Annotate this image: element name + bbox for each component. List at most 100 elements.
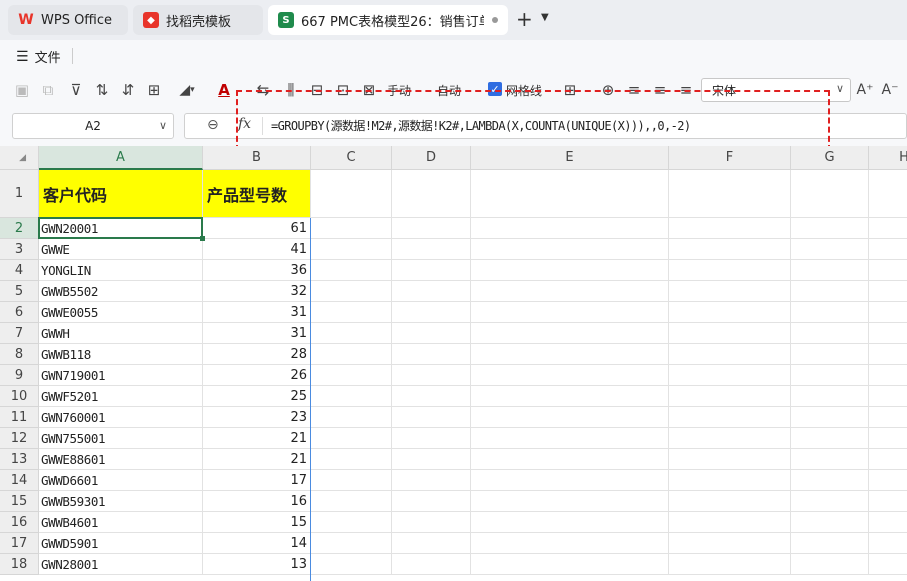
cell[interactable] <box>311 344 392 365</box>
customer-code-cell[interactable]: GWWH <box>39 323 203 344</box>
tab-docer-templates[interactable]: ◆ 找稻壳模板 <box>133 5 263 35</box>
cell[interactable] <box>311 386 392 407</box>
customer-code-cell[interactable]: GWWB118 <box>39 344 203 365</box>
gridlines-toggle-label[interactable]: 网格线 <box>506 82 542 99</box>
product-count-cell[interactable]: 14 <box>203 533 311 554</box>
product-count-cell[interactable]: 25 <box>203 386 311 407</box>
cell[interactable] <box>311 170 392 218</box>
cell[interactable] <box>471 470 669 491</box>
align-left-icon[interactable]: ≡ <box>624 80 644 100</box>
product-count-cell[interactable]: 28 <box>203 344 311 365</box>
row-header[interactable]: 17 <box>0 533 39 554</box>
unsaved-dot-icon[interactable] <box>492 17 498 23</box>
cell[interactable] <box>471 407 669 428</box>
paste-value-icon[interactable]: ▣ <box>12 80 32 100</box>
customer-code-cell[interactable]: GWWF5201 <box>39 386 203 407</box>
product-count-cell[interactable]: 31 <box>203 323 311 344</box>
row-header[interactable]: 2 <box>0 218 39 239</box>
cell[interactable] <box>392 554 471 575</box>
cell[interactable] <box>791 449 869 470</box>
product-count-cell[interactable]: 23 <box>203 407 311 428</box>
cell[interactable] <box>791 470 869 491</box>
font-color-icon[interactable]: A <box>214 80 234 100</box>
cell[interactable] <box>311 491 392 512</box>
product-count-cell[interactable]: 36 <box>203 260 311 281</box>
customer-code-cell[interactable]: GWWD5901 <box>39 533 203 554</box>
wrap-text-icon[interactable]: ⇆ <box>253 80 273 100</box>
sort-descending-icon[interactable]: ⇵ <box>118 80 138 100</box>
product-count-cell[interactable]: 15 <box>203 512 311 533</box>
cell[interactable] <box>311 449 392 470</box>
cell[interactable] <box>869 554 907 575</box>
cell[interactable] <box>791 428 869 449</box>
font-family-select[interactable]: 宋体 ∨ <box>701 78 851 102</box>
new-tab-plus-icon[interactable]: + <box>516 9 533 29</box>
cell[interactable] <box>392 470 471 491</box>
cell[interactable] <box>311 302 392 323</box>
row-header[interactable]: 13 <box>0 449 39 470</box>
cell[interactable] <box>791 260 869 281</box>
cell[interactable] <box>791 323 869 344</box>
cell[interactable] <box>869 533 907 554</box>
cell[interactable] <box>471 365 669 386</box>
customer-code-cell[interactable]: GWN755001 <box>39 428 203 449</box>
decrease-font-icon[interactable]: A⁻ <box>880 80 900 100</box>
header-cell-customer-code[interactable]: 客户代码 <box>39 170 203 218</box>
customer-code-cell[interactable]: GWWE0055 <box>39 302 203 323</box>
cell[interactable] <box>869 281 907 302</box>
product-count-cell[interactable]: 17 <box>203 470 311 491</box>
column-header-c[interactable]: C <box>311 146 392 170</box>
product-count-cell[interactable]: 41 <box>203 239 311 260</box>
cell[interactable] <box>869 386 907 407</box>
cell[interactable] <box>669 512 791 533</box>
cell[interactable] <box>669 428 791 449</box>
product-count-cell[interactable]: 31 <box>203 302 311 323</box>
row-header[interactable]: 18 <box>0 554 39 575</box>
borders-icon[interactable]: ⊞ <box>144 80 164 100</box>
cell[interactable] <box>669 344 791 365</box>
cell[interactable] <box>392 239 471 260</box>
cell[interactable] <box>869 239 907 260</box>
cell[interactable] <box>392 512 471 533</box>
cell[interactable] <box>869 428 907 449</box>
cell[interactable] <box>471 260 669 281</box>
cell[interactable] <box>392 260 471 281</box>
cell[interactable] <box>869 365 907 386</box>
cell[interactable] <box>311 533 392 554</box>
product-count-cell[interactable]: 32 <box>203 281 311 302</box>
cell[interactable] <box>669 218 791 239</box>
cell[interactable] <box>471 533 669 554</box>
row-header[interactable]: 11 <box>0 407 39 428</box>
customer-code-cell[interactable]: GWWD6601 <box>39 470 203 491</box>
row-header[interactable]: 10 <box>0 386 39 407</box>
cell[interactable] <box>471 323 669 344</box>
cell[interactable] <box>669 365 791 386</box>
cell[interactable] <box>311 365 392 386</box>
cell[interactable] <box>869 449 907 470</box>
fill-color-icon[interactable]: ◢ ▾ <box>172 80 202 100</box>
select-all-corner[interactable]: ◢ <box>0 146 39 170</box>
cell[interactable] <box>791 170 869 218</box>
cell[interactable] <box>311 428 392 449</box>
cell[interactable] <box>669 260 791 281</box>
cell[interactable] <box>471 554 669 575</box>
cell[interactable] <box>669 281 791 302</box>
cell[interactable] <box>869 302 907 323</box>
increase-font-icon[interactable]: A⁺ <box>855 80 875 100</box>
cell[interactable] <box>392 170 471 218</box>
customer-code-cell[interactable]: GWWB5502 <box>39 281 203 302</box>
cell[interactable] <box>791 512 869 533</box>
auto-calc-button[interactable]: 自动 <box>437 82 461 99</box>
cell[interactable] <box>669 323 791 344</box>
cell[interactable] <box>471 491 669 512</box>
cell[interactable] <box>869 323 907 344</box>
cell[interactable] <box>471 386 669 407</box>
formula-text[interactable]: =GROUPBY(源数据!M2#,源数据!K2#,LAMBDA(X,COUNTA… <box>271 117 691 134</box>
cell[interactable] <box>669 554 791 575</box>
cell[interactable] <box>311 260 392 281</box>
cell[interactable] <box>311 470 392 491</box>
column-header-a[interactable]: A <box>39 146 203 170</box>
cell[interactable] <box>669 491 791 512</box>
column-header-b[interactable]: B <box>203 146 311 170</box>
zoom-formula-icon[interactable]: ⊖ <box>207 117 219 133</box>
